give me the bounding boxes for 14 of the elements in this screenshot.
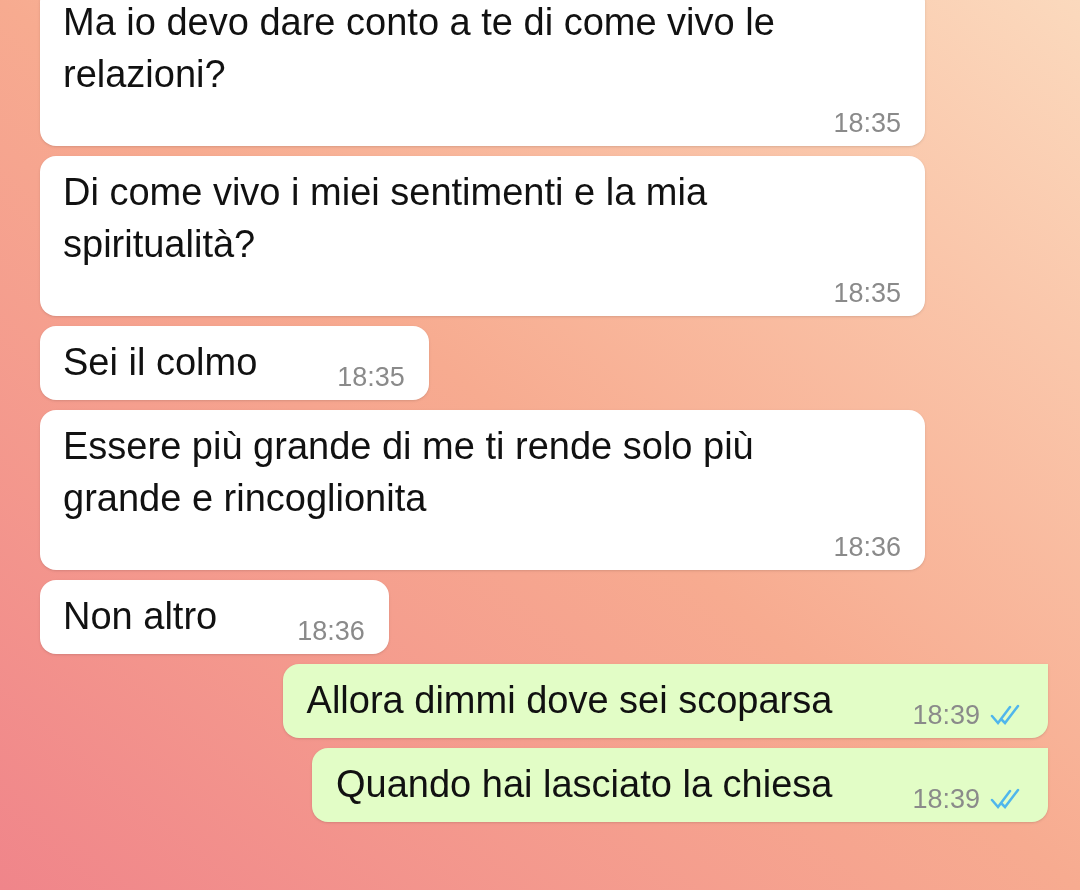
message-text: Quando hai lasciato la chiesa [336, 762, 833, 807]
message-text: Essere più grande di me ti rende solo più grande e rincoglionita [63, 424, 755, 521]
message-text: Ma io devo dare conto a te di come vivo le relazioni? [63, 0, 776, 97]
message-time: 18:39 [912, 783, 980, 816]
message-time: 18:35 [337, 361, 405, 394]
message-text: Non altro [63, 594, 218, 639]
message-text: Sei il colmo [63, 340, 258, 385]
message-time: 18:36 [297, 615, 365, 648]
message-time: 18:39 [912, 699, 980, 732]
message-time: 18:35 [833, 277, 901, 310]
message-time: 18:35 [833, 107, 901, 140]
message-time: 18:36 [833, 531, 901, 564]
message-text: Allora dimmi dove sei scoparsa [306, 678, 833, 723]
message-text: Di come vivo i miei sentimenti e la mia spiritualità? [63, 170, 709, 267]
